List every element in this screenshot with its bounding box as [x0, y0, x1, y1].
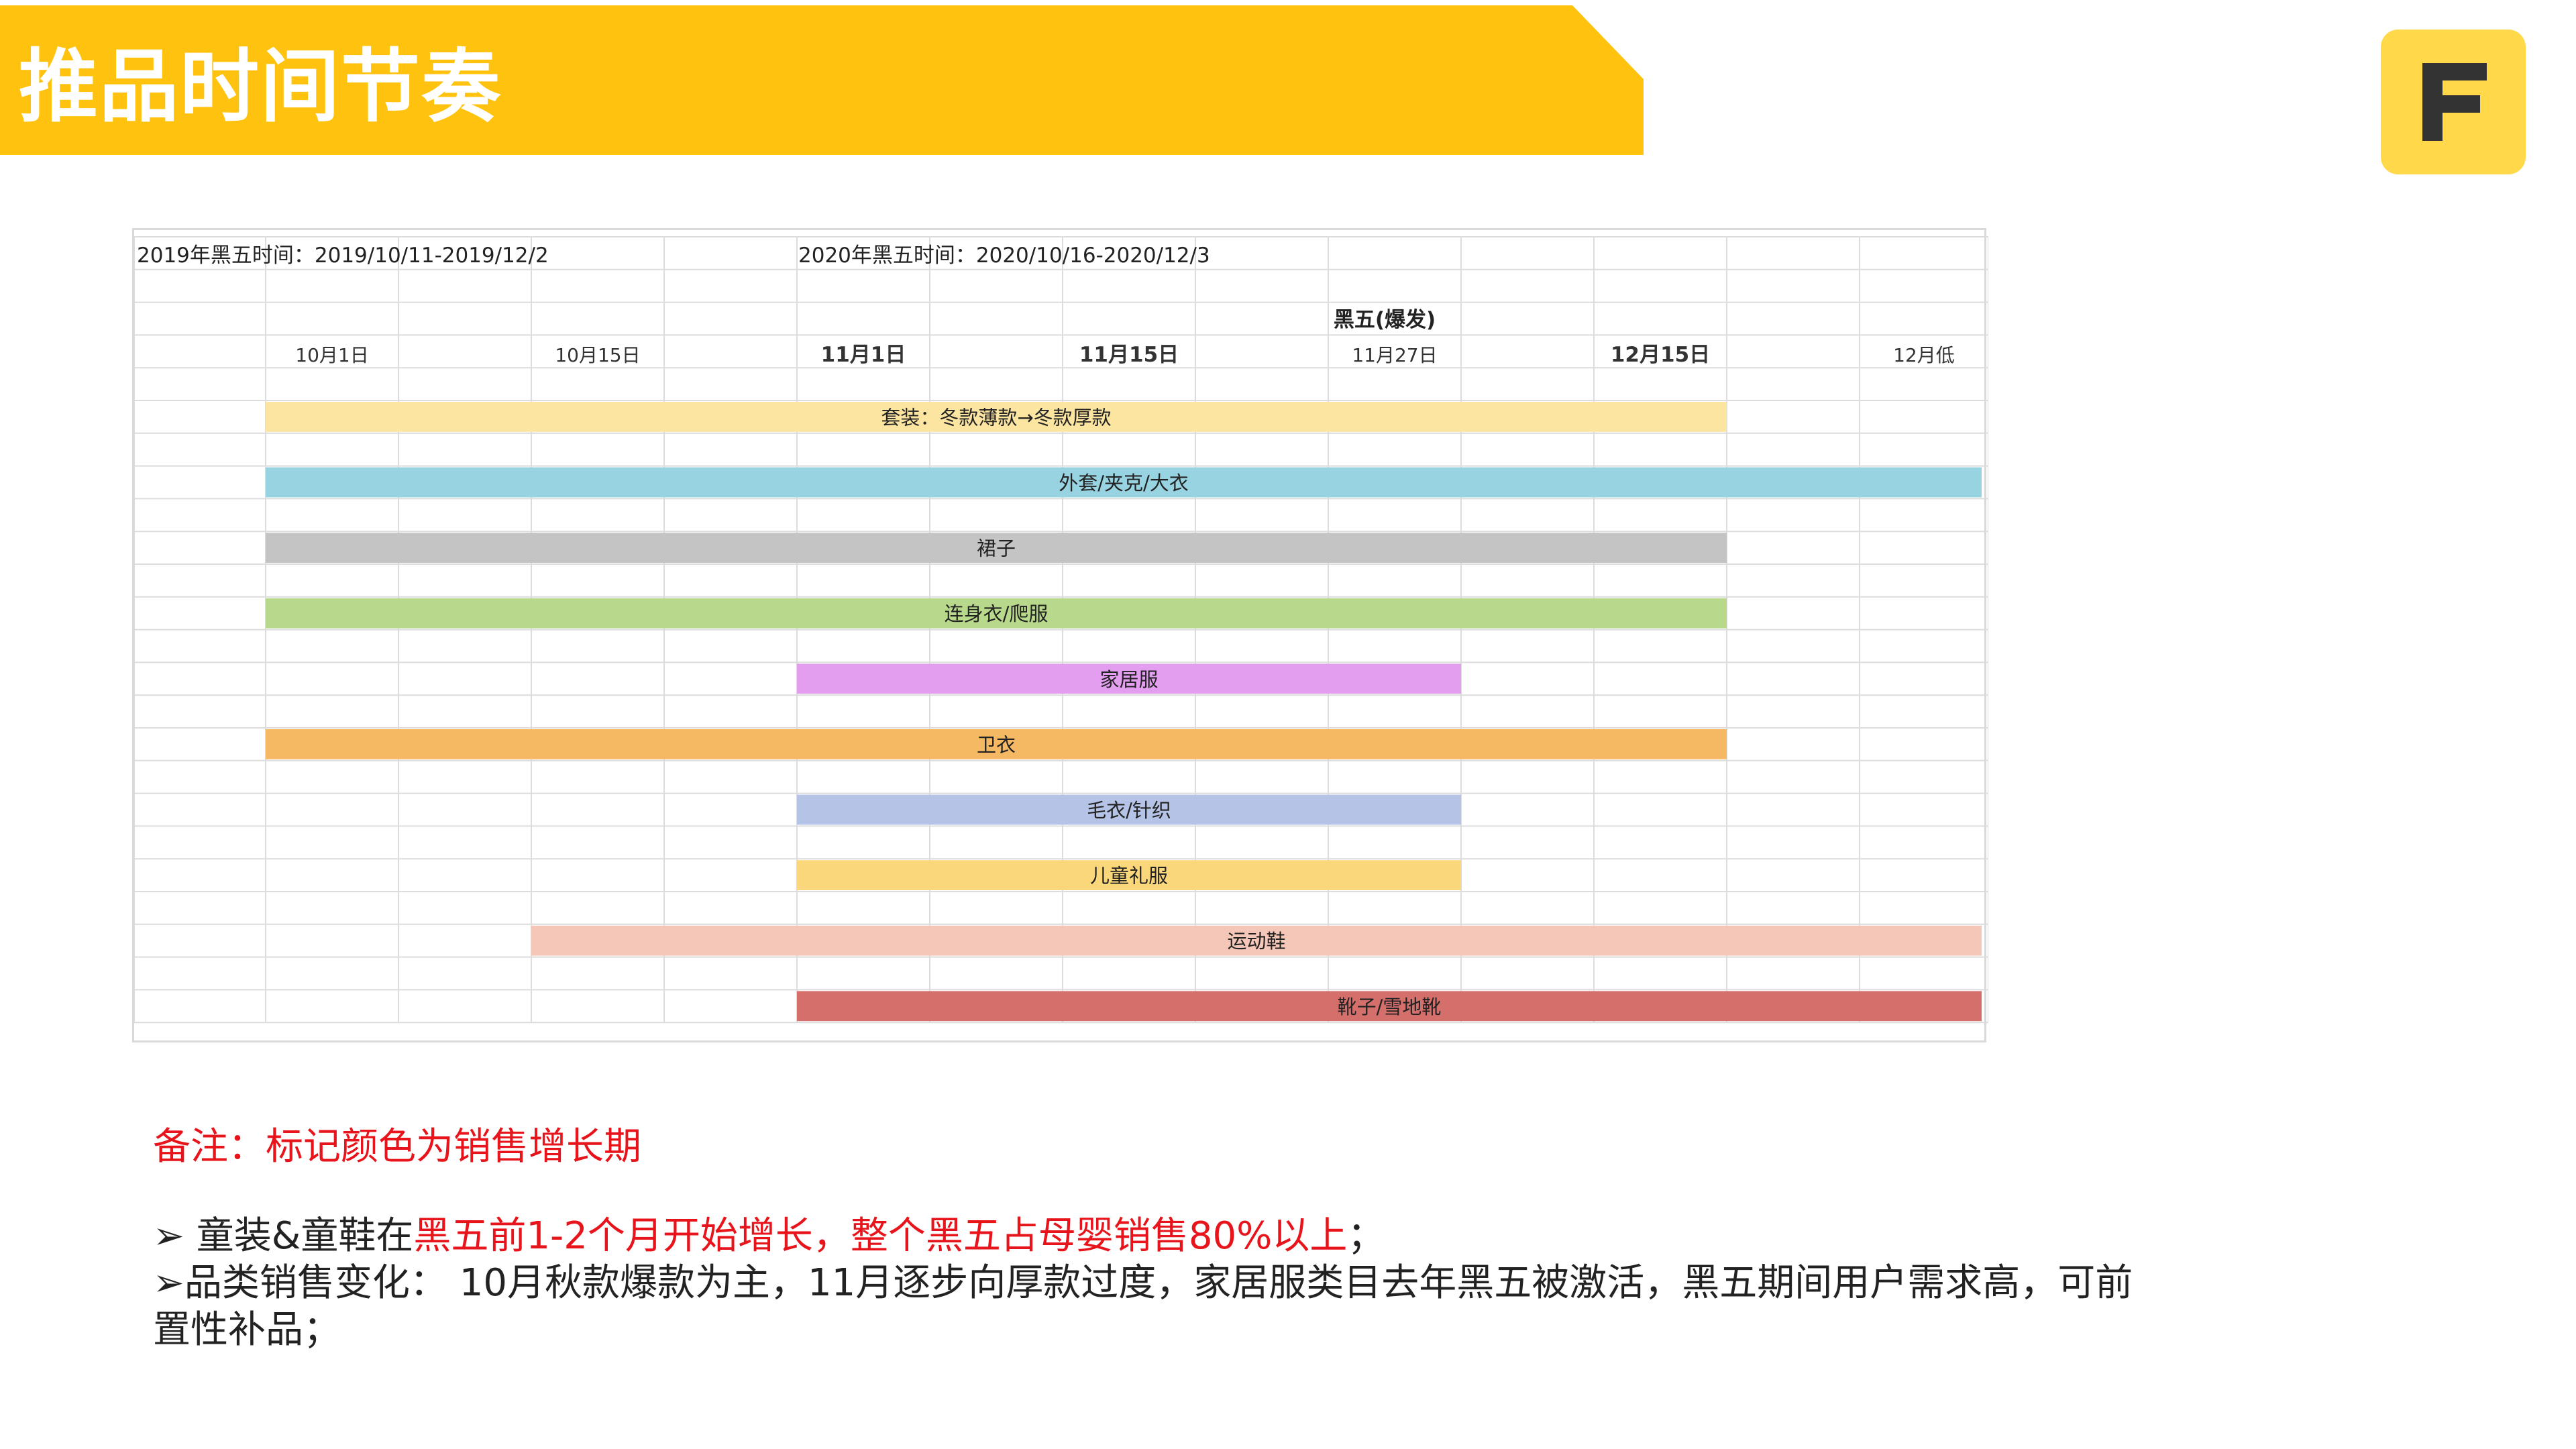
page-title: 推品时间节奏 — [19, 40, 502, 133]
date-tick-label: 10月15日 — [555, 344, 640, 366]
grid-lines — [134, 236, 1988, 1024]
timeline-labels: 2019年黑五时间：2019/10/11-2019/12/2 2020年黑五时间… — [137, 244, 1955, 1018]
timeline-bar-label: 毛衣/针织 — [1087, 799, 1171, 822]
header-2019: 2019年黑五时间：2019/10/11-2019/12/2 — [137, 244, 549, 268]
bullet-1: ➢ 童装&童鞋在黑五前1-2个月开始增长，整个黑五占母婴销售80%以上； — [153, 1213, 1385, 1260]
timeline-bar-label: 运动鞋 — [1227, 930, 1285, 953]
date-tick-label: 12月15日 — [1611, 343, 1710, 367]
timeline-bar-label: 儿童礼服 — [1090, 865, 1168, 888]
date-tick-label: 10月1日 — [295, 344, 368, 366]
bullet-1-prefix: ➢ 童装&童鞋在 — [153, 1214, 414, 1258]
timeline-bar-label: 套装：冬款薄款→冬款厚款 — [881, 406, 1111, 429]
header-2020: 2020年黑五时间：2020/10/16-2020/12/3 — [798, 244, 1210, 268]
date-tick-label: 12月低 — [1893, 344, 1955, 366]
date-tick-label: 11月15日 — [1079, 343, 1179, 367]
remark-text: 备注：标记颜色为销售增长期 — [153, 1125, 641, 1169]
timeline-bar-label: 连身衣/爬服 — [945, 602, 1049, 625]
bullet-2: ➢品类销售变化： 10月秋款爆款为主，11月逐步向厚款过度，家居服类目去年黑五被… — [153, 1261, 2133, 1352]
date-tick-label: 11月27日 — [1352, 344, 1437, 366]
timeline-sheet: 2019年黑五时间：2019/10/11-2019/12/2 2020年黑五时间… — [132, 228, 1988, 1042]
timeline-bar-label: 裙子 — [977, 537, 1016, 560]
bullet-1-suffix: ； — [1347, 1214, 1385, 1258]
bullet-1-highlight: 黑五前1-2个月开始增长，整个黑五占母婴销售80%以上 — [413, 1214, 1348, 1258]
timeline-chart: 2019年黑五时间：2019/10/11-2019/12/2 2020年黑五时间… — [134, 236, 1988, 1024]
timeline-bars — [266, 402, 1982, 1022]
timeline-bar-label: 靴子/雪地靴 — [1338, 996, 1442, 1018]
timeline-bar-label: 家居服 — [1099, 668, 1158, 691]
logo — [2381, 30, 2526, 174]
logo-f-icon — [2422, 63, 2487, 141]
date-tick-label: 11月1日 — [821, 343, 906, 367]
blackfriday-label: 黑五(爆发) — [1334, 308, 1436, 332]
timeline-bar-label: 外套/夹克/大衣 — [1059, 472, 1189, 494]
timeline-bar-label: 卫衣 — [977, 733, 1016, 756]
